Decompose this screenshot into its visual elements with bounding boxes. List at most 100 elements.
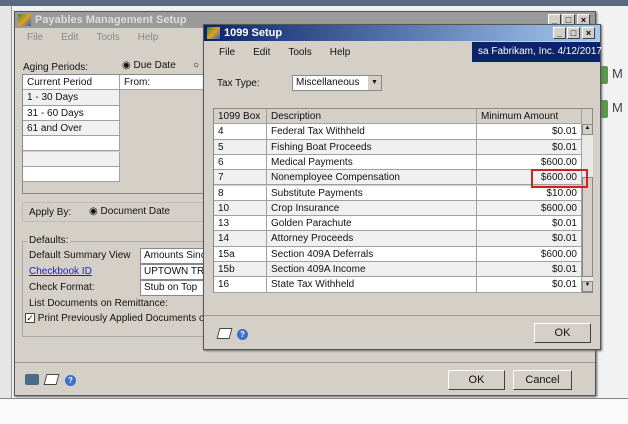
print-previously-checkbox[interactable]: ✓ Print Previously Applied Documents on …: [25, 313, 226, 324]
other-radio[interactable]: ○: [193, 60, 199, 71]
document-date-radio[interactable]: ◉ Document Date: [89, 206, 170, 217]
checkbox-check-icon: ✓: [25, 313, 35, 323]
menu-bar: File Edit Tools Help: [219, 47, 368, 58]
aging-cell[interactable]: [23, 136, 120, 152]
aging-cell[interactable]: 31 - 60 Days: [23, 105, 120, 121]
cell-box[interactable]: 13: [214, 216, 267, 232]
cancel-button[interactable]: Cancel: [513, 370, 572, 390]
box-grid: 1099 Box Description Minimum Amount 4 Fed…: [213, 108, 593, 293]
aging-cell[interactable]: [23, 166, 120, 183]
status-area: [0, 398, 628, 424]
cell-desc[interactable]: State Tax Withheld: [267, 277, 477, 293]
column-header[interactable]: Description: [267, 109, 477, 125]
aging-grid: Current Period From: 1 - 30 Days 31 - 60…: [22, 74, 210, 194]
printer-icon[interactable]: [25, 374, 39, 385]
aging-cell[interactable]: 1 - 30 Days: [23, 90, 120, 106]
scroll-up-icon[interactable]: ▲: [582, 124, 593, 135]
aging-cell[interactable]: Current Period: [23, 75, 120, 91]
list-documents-label: List Documents on Remittance:: [29, 298, 168, 309]
user-info: sa Fabrikam, Inc. 4/12/2017: [472, 42, 602, 62]
bg-label: M: [612, 66, 623, 81]
cell-desc[interactable]: Golden Parachute: [267, 216, 477, 232]
window-title: Payables Management Setup: [35, 14, 187, 26]
cell-desc[interactable]: Federal Tax Withheld: [267, 124, 477, 140]
cell-amt[interactable]: $0.01: [477, 124, 582, 140]
divider: [204, 315, 600, 316]
note-icon[interactable]: [216, 328, 233, 339]
cell-amt[interactable]: $0.01: [477, 277, 582, 293]
menu-help[interactable]: Help: [330, 47, 351, 58]
cell-amt[interactable]: $600.00: [477, 246, 582, 262]
tax-type-label: Tax Type:: [217, 78, 260, 89]
menu-tools[interactable]: Tools: [288, 47, 311, 58]
note-icon[interactable]: [43, 374, 60, 385]
cell-box[interactable]: 6: [214, 154, 267, 171]
close-button[interactable]: ×: [582, 27, 595, 39]
cell-desc[interactable]: Substitute Payments: [267, 185, 477, 201]
cell-desc[interactable]: Nonemployee Compensation: [267, 170, 477, 186]
aging-cell[interactable]: [23, 151, 120, 167]
cell-desc[interactable]: Medical Payments: [267, 154, 477, 171]
help-icon[interactable]: ?: [65, 375, 76, 386]
cell-box[interactable]: 10: [214, 200, 267, 217]
menu-tools[interactable]: Tools: [96, 32, 119, 43]
cell-amt[interactable]: $600.00: [477, 200, 582, 217]
cell-amt[interactable]: $0.01: [477, 231, 582, 247]
minimize-button[interactable]: _: [553, 27, 566, 39]
apply-by-group: Apply By: ◉ Document Date: [22, 202, 207, 222]
menu-file[interactable]: File: [219, 47, 235, 58]
document-date-label: Document Date: [100, 206, 170, 217]
ok-button[interactable]: OK: [534, 323, 591, 343]
tax-type-select[interactable]: Miscellaneous ▼: [292, 75, 382, 91]
app-icon: [18, 14, 31, 26]
default-summary-select[interactable]: Amounts Since: [140, 248, 210, 264]
menu-edit[interactable]: Edit: [61, 32, 78, 43]
check-format-select[interactable]: Stub on Top: [140, 280, 210, 296]
scroll-down-icon[interactable]: ▼: [582, 281, 593, 292]
cell-desc[interactable]: Section 409A Deferrals: [267, 246, 477, 262]
menu-edit[interactable]: Edit: [253, 47, 270, 58]
menu-help[interactable]: Help: [138, 32, 159, 43]
cell-amt[interactable]: $0.01: [477, 139, 582, 155]
tax-type-value: Miscellaneous: [296, 77, 360, 88]
defaults-label: Defaults:: [27, 235, 71, 246]
cell-box[interactable]: 15b: [214, 262, 267, 278]
from-header: From:: [120, 75, 210, 91]
cell-desc[interactable]: Section 409A Income: [267, 262, 477, 278]
cell-box[interactable]: 8: [214, 185, 267, 201]
cell-box[interactable]: 14: [214, 231, 267, 247]
scroll-thumb[interactable]: [582, 177, 593, 277]
apply-by-label: Apply By:: [29, 207, 72, 218]
column-header[interactable]: Minimum Amount: [477, 109, 582, 125]
checkbook-id-field[interactable]: UPTOWN TRU: [140, 264, 210, 280]
cell-desc[interactable]: Fishing Boat Proceeds: [267, 139, 477, 155]
aging-periods-label: Aging Periods:: [23, 62, 89, 73]
due-date-label: Due Date: [133, 60, 176, 71]
checkbook-id-link[interactable]: Checkbook ID: [29, 266, 92, 277]
scrollbar[interactable]: ▲ ▼: [582, 124, 593, 292]
cell-box[interactable]: 15a: [214, 246, 267, 262]
due-date-radio[interactable]: ◉ Due Date: [122, 60, 176, 71]
cell-box[interactable]: 16: [214, 277, 267, 293]
cell-amt[interactable]: $0.01: [477, 262, 582, 278]
cell-desc[interactable]: Attorney Proceeds: [267, 231, 477, 247]
chevron-down-icon[interactable]: ▼: [368, 76, 381, 90]
check-format-label: Check Format:: [29, 282, 95, 293]
cell-amt[interactable]: $0.01: [477, 216, 582, 232]
cell-amt[interactable]: $600.00: [477, 154, 582, 171]
cell-box[interactable]: 5: [214, 139, 267, 155]
help-icon[interactable]: ?: [237, 329, 248, 340]
maximize-button[interactable]: □: [567, 27, 580, 39]
menu-file[interactable]: File: [27, 32, 43, 43]
setup-1099-window: 1099 Setup _ □ × File Edit Tools Help sa Fabr…: [203, 24, 602, 350]
column-header[interactable]: 1099 Box: [214, 109, 267, 125]
ok-button[interactable]: OK: [448, 370, 505, 390]
aging-cell[interactable]: 61 and Over: [23, 120, 120, 137]
default-summary-label: Default Summary View: [29, 250, 131, 261]
divider: [15, 362, 595, 363]
desktop-top-strip: [0, 0, 628, 6]
cell-box[interactable]: 7: [214, 170, 267, 186]
title-bar: 1099 Setup _ □ ×: [204, 25, 600, 41]
cell-desc[interactable]: Crop Insurance: [267, 200, 477, 217]
cell-box[interactable]: 4: [214, 124, 267, 140]
